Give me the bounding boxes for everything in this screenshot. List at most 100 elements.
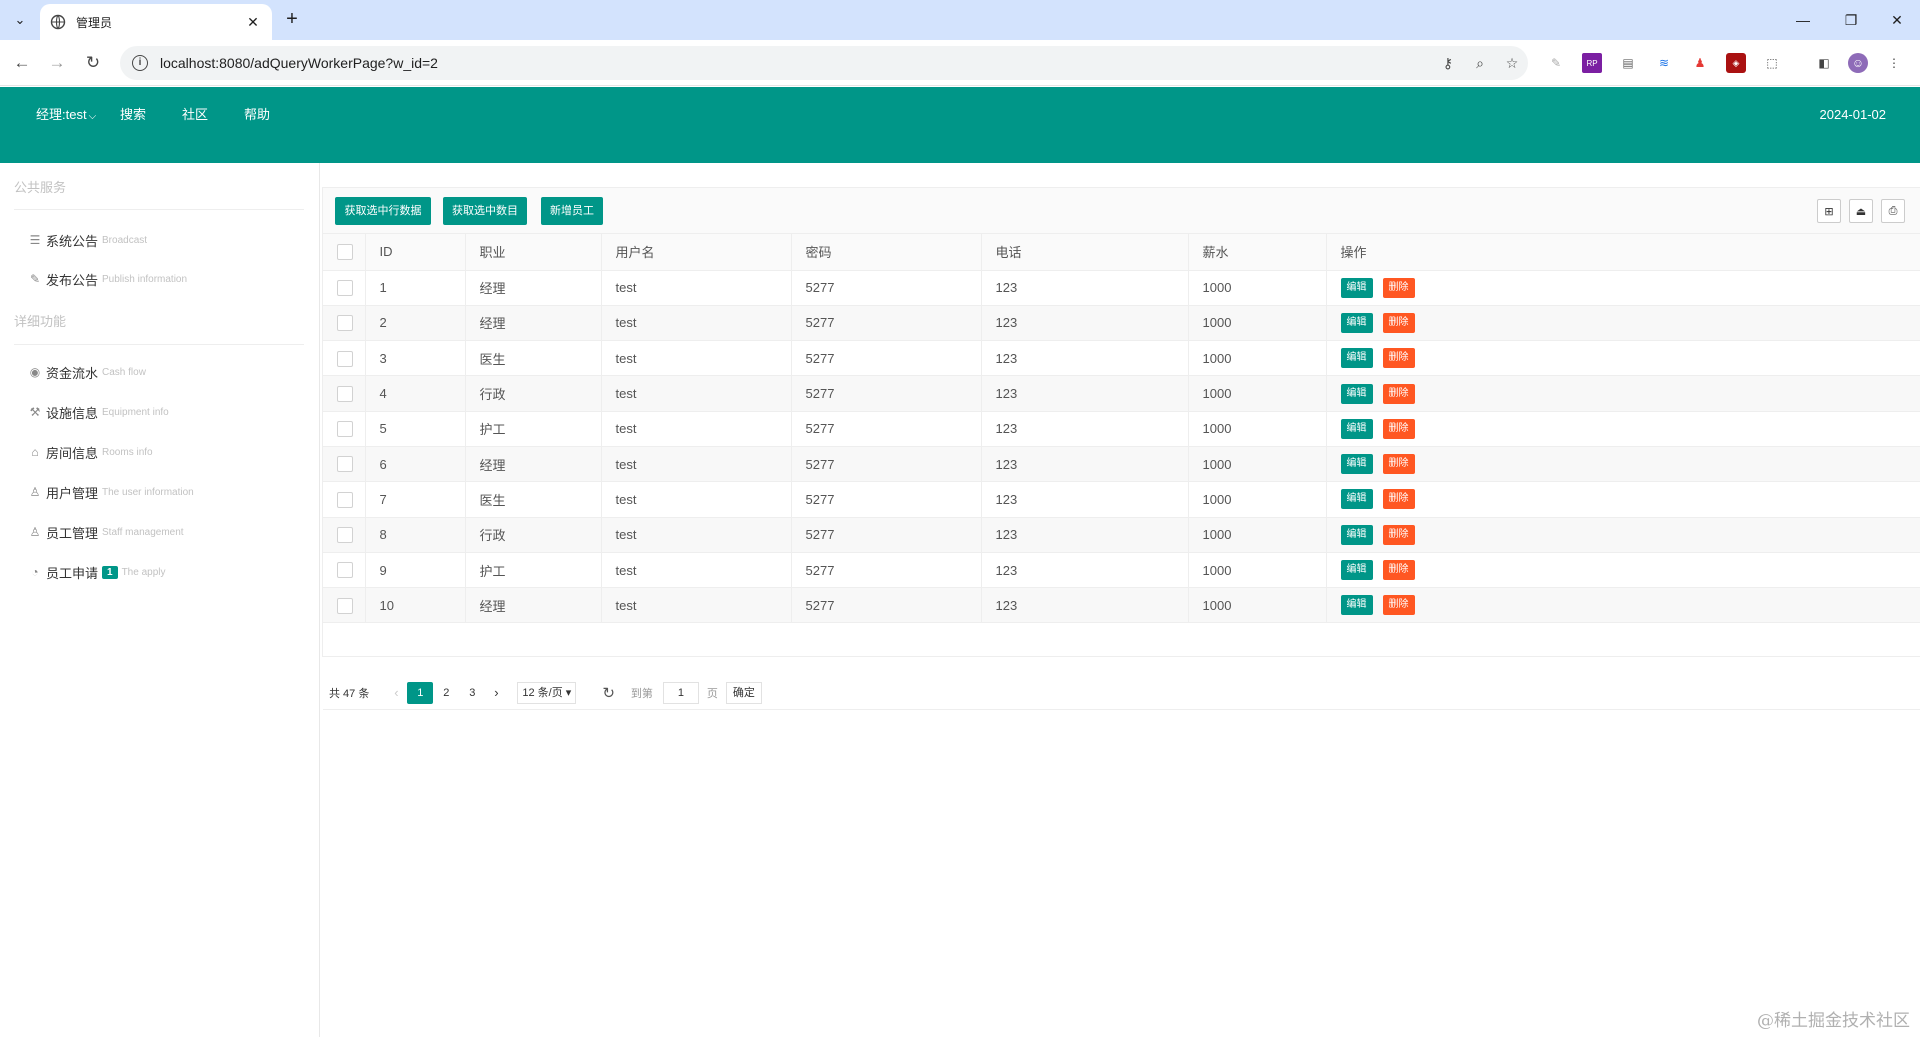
edit-button[interactable]: 编辑 [1340, 418, 1373, 439]
back-arrow-icon[interactable]: ← [10, 51, 34, 75]
delete-button[interactable]: 删除 [1382, 454, 1415, 475]
col-header[interactable]: 电话 [981, 234, 1189, 271]
sidebar-item-broadcast[interactable]: ☰ 系统公告 Broadcast [28, 230, 147, 250]
bookmark-star-icon[interactable]: ☆ [1496, 55, 1528, 72]
delete-button[interactable]: 删除 [1382, 524, 1415, 545]
delete-button[interactable]: 删除 [1382, 560, 1415, 581]
page-size-select[interactable]: 12 条/页 ▾ [517, 681, 577, 704]
refresh-icon[interactable]: ↻ [602, 684, 615, 702]
delete-button[interactable]: 删除 [1382, 383, 1415, 404]
row-checkbox[interactable] [337, 562, 353, 579]
edit-button[interactable]: 编辑 [1340, 312, 1373, 333]
nav-search[interactable]: 搜索 [120, 105, 146, 125]
col-header[interactable]: 薪水 [1188, 234, 1327, 271]
row-select-cell[interactable] [323, 481, 366, 518]
delete-button[interactable]: 删除 [1382, 277, 1415, 298]
row-checkbox[interactable] [337, 279, 353, 296]
goto-page-input[interactable]: 1 [662, 681, 699, 704]
site-info-icon[interactable]: i [132, 55, 148, 71]
table-row[interactable]: 6 经理 test 5277 123 1000 编辑 删除 [323, 446, 1920, 483]
export-icon[interactable]: ⏏ [1849, 199, 1873, 223]
edit-button[interactable]: 编辑 [1340, 348, 1373, 369]
edit-button[interactable]: 编辑 [1340, 560, 1373, 581]
page-1[interactable]: 1 [407, 681, 434, 704]
close-window-icon[interactable]: ✕ [1874, 0, 1920, 40]
row-checkbox[interactable] [337, 350, 353, 367]
row-select-cell[interactable] [323, 411, 366, 447]
row-checkbox[interactable] [337, 456, 353, 473]
get-selected-rows-button[interactable]: 获取选中行数据 [335, 197, 431, 225]
row-select-cell[interactable] [323, 340, 366, 377]
edit-button[interactable]: 编辑 [1340, 489, 1373, 510]
prev-page-icon[interactable]: ‹ [385, 685, 407, 700]
extension-store-icon[interactable]: ▤ [1618, 53, 1638, 73]
page-3[interactable]: 3 [459, 682, 485, 704]
table-row[interactable]: 4 行政 test 5277 123 1000 编辑 删除 [323, 375, 1920, 412]
edit-button[interactable]: 编辑 [1340, 524, 1373, 545]
row-select-cell[interactable] [323, 587, 366, 624]
key-icon[interactable]: ⚷ [1432, 55, 1464, 72]
row-select-cell[interactable] [323, 446, 366, 483]
edit-button[interactable]: 编辑 [1340, 383, 1373, 404]
row-checkbox[interactable] [337, 527, 353, 543]
row-checkbox[interactable] [337, 491, 353, 508]
profile-avatar[interactable]: ☺ [1848, 53, 1868, 73]
restore-icon[interactable]: ❐ [1828, 0, 1874, 40]
delete-button[interactable]: 删除 [1382, 489, 1415, 510]
sidebar-item-cashflow[interactable]: ◉ 资金流水 Cash flow [28, 362, 146, 382]
row-select-cell[interactable] [323, 270, 366, 306]
table-row[interactable]: 2 经理 test 5277 123 1000 编辑 删除 [323, 305, 1920, 342]
reload-icon[interactable]: ↻ [81, 51, 105, 75]
add-staff-button[interactable]: 新增员工 [541, 197, 603, 225]
edit-button[interactable]: 编辑 [1340, 454, 1373, 475]
columns-filter-icon[interactable]: ⊞ [1817, 199, 1841, 223]
table-row[interactable]: 1 经理 test 5277 123 1000 编辑 删除 [323, 270, 1920, 306]
user-menu[interactable]: 经理:test ⌵ [36, 105, 96, 125]
tab-search-chevron-icon[interactable]: ⌄ [8, 8, 32, 32]
select-all-checkbox[interactable] [337, 244, 353, 261]
nav-community[interactable]: 社区 [182, 105, 208, 125]
row-checkbox[interactable] [337, 597, 353, 614]
sidebar-item-users[interactable]: ♙ 用户管理 The user information [28, 482, 194, 502]
edit-button[interactable]: 编辑 [1340, 595, 1373, 616]
url-text[interactable]: localhost:8080/adQueryWorkerPage?w_id=2 [160, 55, 1432, 71]
col-header[interactable]: 密码 [791, 234, 982, 271]
table-row[interactable]: 9 护工 test 5277 123 1000 编辑 删除 [323, 552, 1920, 589]
zoom-icon[interactable]: ⌕ [1464, 55, 1496, 72]
row-checkbox[interactable] [337, 421, 353, 438]
row-select-cell[interactable] [323, 552, 366, 589]
col-header[interactable]: 职业 [465, 234, 602, 271]
print-icon[interactable]: ⎙ [1881, 199, 1905, 223]
page-2[interactable]: 2 [433, 682, 459, 704]
sidebar-item-equipment[interactable]: ⚒ 设施信息 Equipment info [28, 402, 169, 422]
extensions-puzzle-icon[interactable]: ⬚ [1762, 53, 1782, 73]
extension-ublock-icon[interactable]: ◈ [1726, 53, 1746, 73]
edit-button[interactable]: 编辑 [1340, 277, 1373, 298]
delete-button[interactable]: 删除 [1382, 348, 1415, 369]
address-bar[interactable]: i localhost:8080/adQueryWorkerPage?w_id=… [120, 46, 1528, 80]
delete-button[interactable]: 删除 [1382, 312, 1415, 333]
get-selected-count-button[interactable]: 获取选中数目 [443, 197, 527, 225]
extension-person-icon[interactable]: ♟ [1690, 53, 1710, 73]
next-page-icon[interactable]: › [485, 685, 507, 700]
row-select-cell[interactable] [323, 375, 366, 412]
new-tab-plus-icon[interactable]: + [280, 8, 304, 32]
forward-arrow-icon[interactable]: → [45, 51, 69, 75]
row-checkbox[interactable] [337, 315, 353, 332]
browser-menu-kebab-icon[interactable]: ⋮ [1884, 53, 1904, 73]
col-header[interactable]: 用户名 [601, 234, 792, 271]
select-all-cell[interactable] [323, 234, 366, 271]
row-checkbox[interactable] [337, 385, 353, 402]
sidebar-item-rooms[interactable]: ⌂ 房间信息 Rooms info [28, 442, 152, 462]
browser-tab[interactable]: 管理员 ✕ [40, 4, 272, 40]
row-select-cell[interactable] [323, 517, 366, 553]
sidebar-item-staff[interactable]: ♙ 员工管理 Staff management [28, 522, 184, 542]
extension-layers-icon[interactable]: ≋ [1654, 53, 1674, 73]
goto-confirm-button[interactable]: 确定 [725, 681, 762, 704]
minimize-icon[interactable]: — [1780, 0, 1826, 40]
table-row[interactable]: 7 医生 test 5277 123 1000 编辑 删除 [323, 481, 1920, 518]
delete-button[interactable]: 删除 [1382, 418, 1415, 439]
delete-button[interactable]: 删除 [1382, 595, 1415, 616]
table-row[interactable]: 3 医生 test 5277 123 1000 编辑 删除 [323, 340, 1920, 377]
side-panel-icon[interactable]: ◧ [1814, 53, 1834, 73]
